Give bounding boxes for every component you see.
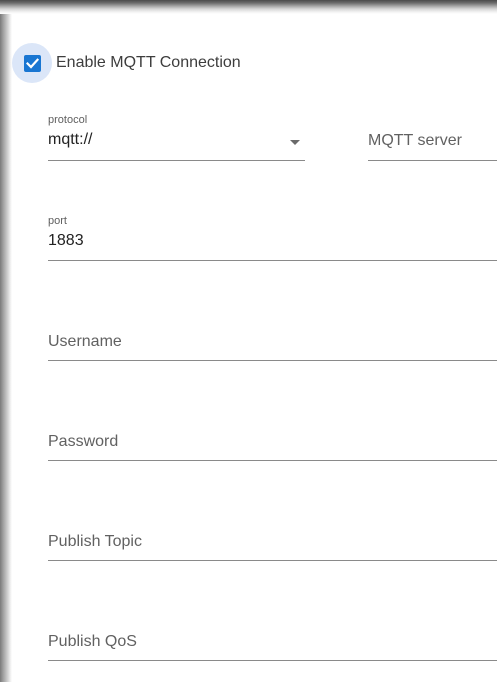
- check-icon: [25, 57, 39, 69]
- publish-qos-field[interactable]: Publish QoS: [48, 614, 497, 661]
- protocol-select[interactable]: protocol mqtt://: [48, 114, 305, 161]
- window-left-edge: [0, 0, 12, 682]
- publish-topic-field[interactable]: Publish Topic: [48, 514, 497, 561]
- publish-topic-placeholder: Publish Topic: [48, 533, 142, 550]
- mqtt-server-field[interactable]: MQTT server: [368, 114, 497, 161]
- enable-mqtt-checkbox[interactable]: [23, 54, 41, 72]
- mqtt-server-placeholder: MQTT server: [368, 132, 462, 149]
- checkbox-focus-ripple: [12, 43, 52, 83]
- port-field[interactable]: port 1883: [48, 214, 497, 261]
- port-label: port: [48, 215, 67, 227]
- protocol-label: protocol: [48, 114, 88, 126]
- protocol-value: mqtt://: [48, 131, 93, 148]
- password-field[interactable]: Password: [48, 414, 497, 461]
- port-value: 1883: [48, 232, 84, 249]
- username-field[interactable]: Username: [48, 314, 497, 361]
- mqtt-settings-card: Enable MQTT Connection protocol mqtt:// …: [12, 14, 497, 682]
- caret-down-icon: [290, 140, 300, 145]
- enable-mqtt-label: Enable MQTT Connection: [56, 54, 241, 71]
- username-placeholder: Username: [48, 333, 122, 350]
- enable-mqtt-checkbox-row[interactable]: Enable MQTT Connection: [12, 43, 241, 83]
- window-top-edge: [0, 0, 497, 14]
- password-placeholder: Password: [48, 433, 119, 450]
- publish-qos-placeholder: Publish QoS: [48, 633, 137, 650]
